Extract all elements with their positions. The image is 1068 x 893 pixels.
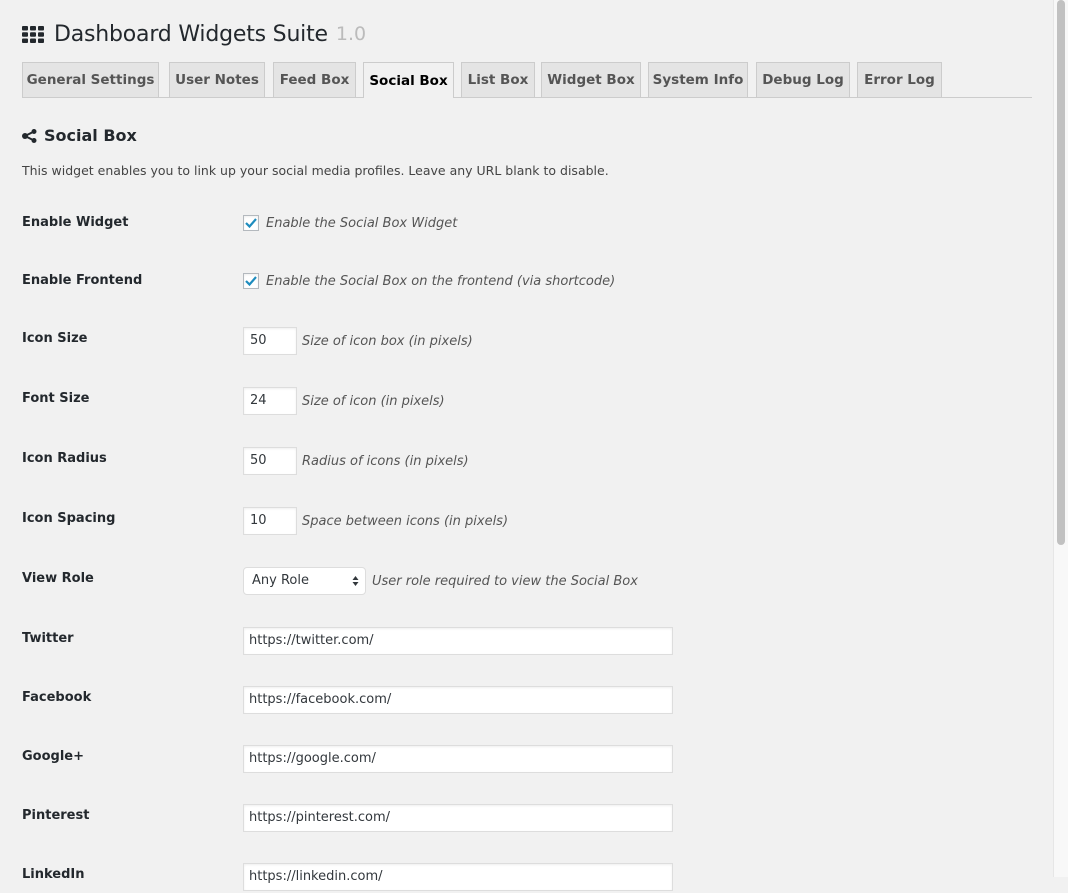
icon-size-hint: Size of icon box (in pixels) — [302, 333, 473, 349]
page-title: Dashboard Widgets Suite — [54, 21, 328, 47]
twitter-url-input[interactable]: https://twitter.com/ — [243, 627, 673, 655]
page-header: Dashboard Widgets Suite 1.0 — [22, 19, 366, 49]
font-size-input[interactable]: 24 — [243, 387, 297, 415]
tab-general-settings[interactable]: General Settings — [22, 62, 159, 97]
version-label: 1.0 — [335, 23, 367, 45]
view-role-selected: Any Role — [252, 573, 309, 588]
tab-user-notes[interactable]: User Notes — [169, 62, 265, 97]
icon-spacing-input[interactable]: 10 — [243, 507, 297, 535]
tab-error-log[interactable]: Error Log — [857, 62, 942, 97]
checkmark-icon — [245, 218, 257, 228]
setting-icon-spacing: Icon Spacing 10 Space between icons (in … — [22, 507, 1022, 537]
section-title: Social Box — [44, 126, 137, 145]
select-arrows-icon — [352, 576, 359, 586]
setting-enable-frontend: Enable Frontend Enable the Social Box on… — [22, 273, 1022, 303]
setting-icon-radius: Icon Radius 50 Radius of icons (in pixel… — [22, 447, 1022, 477]
tab-social-box[interactable]: Social Box — [363, 62, 454, 98]
section-heading: Social Box — [22, 126, 137, 145]
tab-bar: General Settings User Notes Feed Box Soc… — [22, 62, 1032, 98]
pinterest-label: Pinterest — [22, 808, 90, 823]
tab-debug-log[interactable]: Debug Log — [756, 62, 850, 97]
icon-spacing-label: Icon Spacing — [22, 511, 116, 526]
setting-pinterest: Pinterest https://pinterest.com/ — [22, 804, 1022, 834]
pinterest-url-input[interactable]: https://pinterest.com/ — [243, 804, 673, 832]
enable-frontend-label: Enable Frontend — [22, 273, 143, 288]
twitter-label: Twitter — [22, 631, 74, 646]
tab-widget-box[interactable]: Widget Box — [541, 62, 641, 97]
enable-widget-label: Enable Widget — [22, 215, 129, 230]
setting-linkedin: LinkedIn https://linkedin.com/ — [22, 863, 1022, 893]
icon-size-label: Icon Size — [22, 331, 88, 346]
google-label: Google+ — [22, 749, 85, 764]
facebook-label: Facebook — [22, 690, 92, 705]
tab-list-box[interactable]: List Box — [461, 62, 535, 97]
vertical-scrollbar[interactable] — [1053, 0, 1068, 877]
setting-view-role: View Role Any Role User role required to… — [22, 567, 1022, 597]
enable-frontend-checkbox[interactable] — [243, 273, 259, 289]
setting-icon-size: Icon Size 50 Size of icon box (in pixels… — [22, 327, 1022, 357]
grid-icon — [22, 25, 44, 43]
enable-frontend-hint: Enable the Social Box on the frontend (v… — [266, 273, 616, 289]
icon-radius-label: Icon Radius — [22, 451, 107, 466]
google-url-input[interactable]: https://google.com/ — [243, 745, 673, 773]
enable-widget-checkbox[interactable] — [243, 215, 259, 231]
share-icon — [22, 128, 37, 143]
setting-google: Google+ https://google.com/ — [22, 745, 1022, 775]
linkedin-url-input[interactable]: https://linkedin.com/ — [243, 863, 673, 891]
facebook-url-input[interactable]: https://facebook.com/ — [243, 686, 673, 714]
setting-enable-widget: Enable Widget Enable the Social Box Widg… — [22, 215, 1022, 245]
setting-font-size: Font Size 24 Size of icon (in pixels) — [22, 387, 1022, 417]
view-role-hint: User role required to view the Social Bo… — [372, 573, 638, 589]
view-role-label: View Role — [22, 571, 94, 586]
icon-radius-hint: Radius of icons (in pixels) — [302, 453, 469, 469]
tab-system-info[interactable]: System Info — [648, 62, 748, 97]
scrollbar-thumb[interactable] — [1057, 0, 1065, 545]
section-description: This widget enables you to link up your … — [22, 163, 609, 178]
font-size-hint: Size of icon (in pixels) — [302, 393, 445, 409]
font-size-label: Font Size — [22, 391, 90, 406]
icon-size-input[interactable]: 50 — [243, 327, 297, 355]
setting-facebook: Facebook https://facebook.com/ — [22, 686, 1022, 716]
view-role-select[interactable]: Any Role — [243, 567, 366, 595]
icon-radius-input[interactable]: 50 — [243, 447, 297, 475]
icon-spacing-hint: Space between icons (in pixels) — [302, 513, 509, 529]
tab-feed-box[interactable]: Feed Box — [273, 62, 356, 97]
enable-widget-hint: Enable the Social Box Widget — [266, 215, 458, 231]
checkmark-icon — [245, 276, 257, 286]
setting-twitter: Twitter https://twitter.com/ — [22, 627, 1022, 657]
linkedin-label: LinkedIn — [22, 867, 85, 882]
